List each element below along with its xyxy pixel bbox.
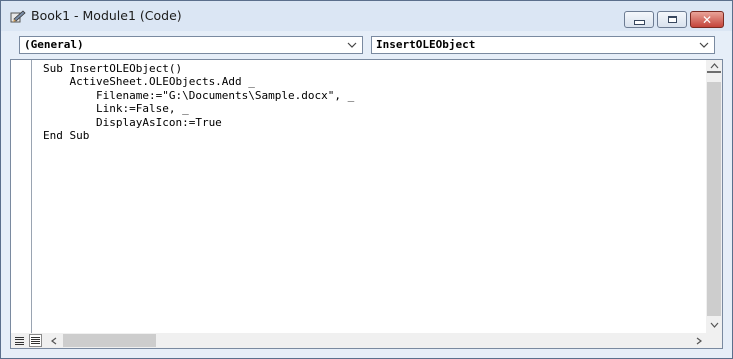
code-line: ActiveSheet.OLEObjects.Add _: [43, 75, 255, 89]
scroll-up-arrow-icon[interactable]: [710, 62, 719, 69]
scroll-right-arrow-icon[interactable]: [696, 337, 703, 345]
full-module-view-button[interactable]: [29, 334, 42, 347]
code-line: End Sub: [43, 129, 90, 143]
title-bar[interactable]: Book1 - Module1 (Code) ✕: [1, 1, 732, 31]
close-icon: ✕: [701, 12, 713, 27]
editor-bottom-bar: [11, 333, 722, 348]
split-bar[interactable]: [707, 71, 721, 73]
full-module-view-icon: [31, 337, 40, 344]
procedure-view-icon: [15, 336, 24, 345]
minimize-icon: [633, 20, 645, 25]
scroll-down-arrow-icon[interactable]: [710, 322, 719, 329]
vba-module-icon[interactable]: [10, 10, 26, 24]
code-line: Filename:="G:\Documents\Sample.docx", _: [43, 88, 355, 102]
code-text[interactable]: Sub InsertOLEObject() ActiveSheet.OLEObj…: [43, 62, 354, 142]
procedure-dropdown-value: InsertOLEObject: [376, 38, 476, 51]
maximize-button[interactable]: [657, 11, 687, 28]
vba-code-window: Book1 - Module1 (Code) ✕ (General) Inser…: [0, 0, 733, 359]
scroll-left-arrow-icon[interactable]: [50, 337, 57, 345]
horizontal-scroll-thumb[interactable]: [63, 334, 156, 347]
code-line: DisplayAsIcon:=True: [43, 115, 222, 129]
object-dropdown-value: (General): [24, 38, 84, 51]
margin-indicator-bar[interactable]: [11, 60, 32, 333]
window-title: Book1 - Module1 (Code): [31, 8, 182, 23]
code-line: Sub InsertOLEObject(): [43, 62, 183, 75]
procedure-dropdown[interactable]: InsertOLEObject: [371, 36, 715, 54]
code-editor[interactable]: Sub InsertOLEObject() ActiveSheet.OLEObj…: [10, 59, 723, 349]
maximize-icon: [667, 16, 677, 23]
chevron-down-icon: [699, 42, 709, 48]
scrollbar-corner: [706, 333, 722, 348]
minimize-button[interactable]: [624, 11, 654, 28]
object-dropdown[interactable]: (General): [19, 36, 363, 54]
chevron-down-icon: [347, 42, 357, 48]
horizontal-scrollbar[interactable]: [47, 333, 706, 348]
procedure-view-button[interactable]: [13, 334, 26, 347]
code-line: Link:=False, _: [43, 102, 189, 116]
vertical-scrollbar[interactable]: [706, 60, 722, 333]
vertical-scroll-thumb[interactable]: [707, 82, 721, 316]
close-button[interactable]: ✕: [690, 11, 724, 28]
